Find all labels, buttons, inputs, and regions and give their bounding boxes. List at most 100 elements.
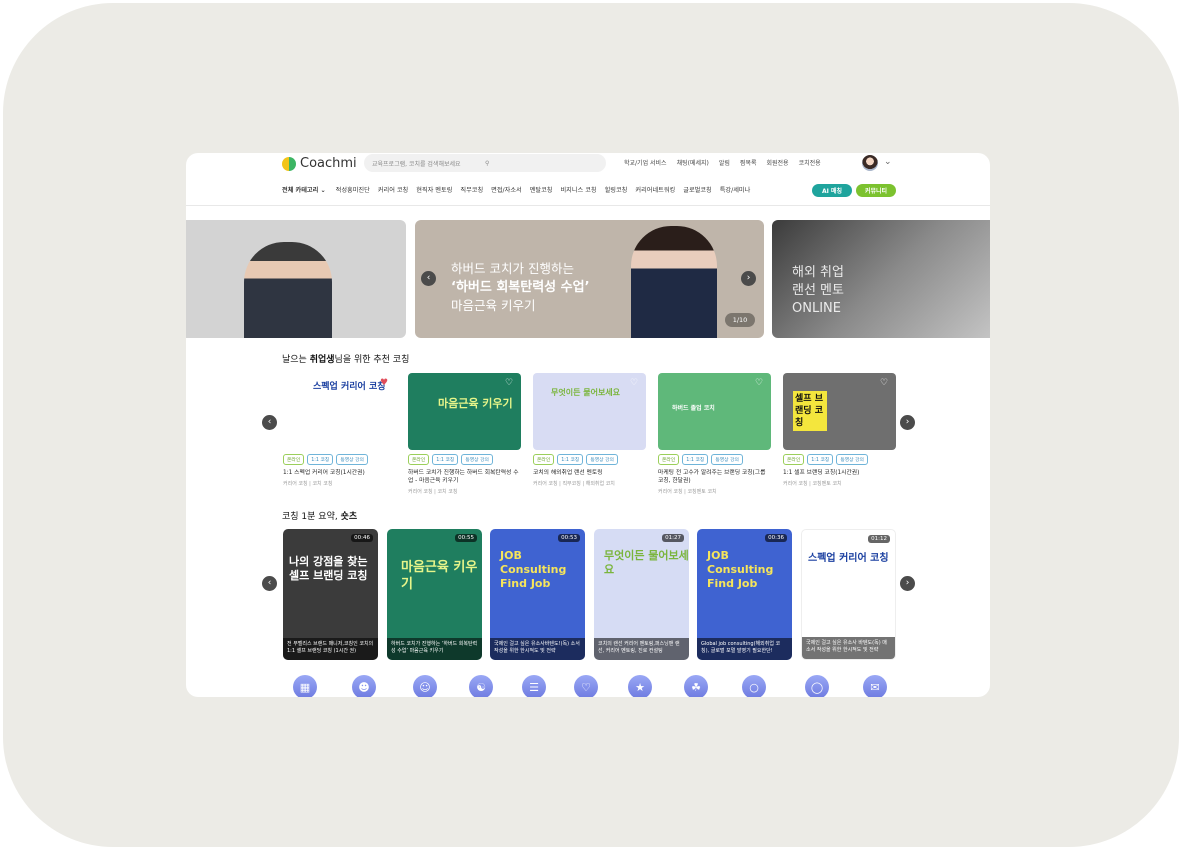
video-duration: 00:55	[455, 534, 477, 542]
card-tags: 온라인 1:1 코칭 동영상 강의	[783, 454, 896, 465]
short-video[interactable]: JOB Consulting Find Job 00:36 Global job…	[697, 529, 792, 660]
card-thumbnail: 셀프 브랜딩 코칭 ♡	[783, 373, 896, 450]
card-thumbnail: 하버드 졸업 코치 ♡	[658, 373, 771, 450]
top-link-chat[interactable]: 채팅(메세지)	[677, 158, 709, 167]
coach-photo	[244, 242, 332, 338]
top-link-coach[interactable]: 코치전용	[799, 158, 821, 167]
nav-item[interactable]: 적성흥미진단	[336, 185, 370, 194]
banner-next-arrow-icon[interactable]: ›	[741, 271, 756, 286]
shorts-prev-arrow-icon[interactable]: ‹	[262, 576, 277, 591]
section-title-recommend: 날으는 취업생님을 위한 추천 코칭	[282, 352, 409, 365]
tag: 1:1 코칭	[307, 454, 334, 465]
video-caption: Global job consulting(해외취업 코칭), 글로벌 포멀 발…	[697, 638, 792, 660]
top-link-alarm[interactable]: 알림	[719, 158, 730, 167]
video-duration: 01:27	[662, 534, 684, 542]
category-mentor-icon[interactable]: ☯	[469, 675, 493, 697]
short-video[interactable]: JOB Consulting Find Job 00:53 국제인 걸고 싶은 …	[490, 529, 585, 660]
search-input[interactable]: 교육프로그램, 코치를 검색해보세요 ⚲	[364, 154, 606, 172]
course-card[interactable]: 스펙업 커리어 코칭 ♥ 온라인 1:1 코칭 동영상 강의 1:1 스펙업 커리어…	[283, 373, 396, 487]
section-title-shorts: 코칭 1분 요약, 숏츠	[282, 509, 357, 522]
video-duration: 00:53	[558, 534, 580, 542]
banner-line-1: 하버드 코치가 진행하는	[451, 261, 574, 276]
video-duration: 00:36	[765, 534, 787, 542]
banner-slide-current[interactable]: 하버드 코치가 진행하는 ‘하버드 회복탄력성 수업’ 마음근육 키우기	[415, 220, 764, 338]
category-chart-icon[interactable]: ▦	[293, 675, 317, 697]
top-link-member[interactable]: 회원전용	[766, 158, 788, 167]
banner-slide-prev[interactable]	[186, 220, 406, 338]
chevron-down-icon[interactable]: ⌄	[884, 157, 892, 167]
banner-copy: 하버드 코치가 진행하는 ‘하버드 회복탄력성 수업’ 마음근육 키우기	[451, 260, 590, 315]
cards-next-arrow-icon[interactable]: ›	[900, 415, 915, 430]
short-video[interactable]: 스펙업 커리어 코칭 01:12 국제인 걸고 싶은 유소사 바텐도(독) 매 …	[801, 529, 896, 660]
heart-icon[interactable]: ♥	[380, 378, 390, 388]
category-healing-icon[interactable]: ☘	[684, 675, 708, 697]
card-title[interactable]: 하버드 코치가 진행하는 하버드 회복탄력성 수업 - 마음근육 키우기	[408, 469, 521, 485]
nav-item[interactable]: 면접/자소서	[491, 185, 522, 194]
heart-icon[interactable]: ♡	[755, 378, 765, 388]
video-duration: 00:46	[351, 534, 373, 542]
tag: 동영상 강의	[336, 454, 368, 465]
logo[interactable]: Coachmi	[282, 156, 357, 171]
category-people-icon[interactable]: ☻	[352, 675, 376, 697]
community-button[interactable]: 커뮤니티	[856, 184, 896, 197]
video-thumb-text: 스펙업 커리어 코칭	[808, 553, 889, 564]
top-link-business[interactable]: 학교/기업 서비스	[624, 158, 667, 167]
tag: 온라인	[783, 454, 805, 465]
nav-item[interactable]: 비지니스 코칭	[560, 185, 596, 194]
card-title[interactable]: 코치의 해외취업 랜선 멘토링	[533, 469, 646, 477]
card-thumbnail: 스펙업 커리어 코칭 ♥	[283, 373, 396, 450]
category-document-icon[interactable]: ☰	[522, 675, 546, 697]
cards-prev-arrow-icon[interactable]: ‹	[262, 415, 277, 430]
nav-item[interactable]: 커리어네트워킹	[635, 185, 675, 194]
course-card[interactable]: 하버드 졸업 코치 ♡ 온라인 1:1 코칭 동영상 강의 마케팅 전 고수가 알려…	[658, 373, 771, 495]
video-caption: 국제인 걸고 싶은 유소사 바텐도(독) 매 소서 작성을 위한 한시적도 및 …	[802, 637, 895, 659]
tag: 동영상 강의	[711, 454, 743, 465]
card-tags: 온라인 1:1 코칭 동영상 강의	[408, 454, 521, 465]
nav-item[interactable]: 특강/세미나	[720, 185, 751, 194]
logo-icon	[282, 156, 296, 171]
category-mail-icon[interactable]: ✉	[863, 675, 887, 697]
section-title-post: 님을 위한 추천 코칭	[334, 355, 410, 365]
banner-slide-next[interactable]: 해외 취업 랜선 멘토 ONLINE	[772, 220, 990, 338]
heart-icon[interactable]: ♡	[505, 378, 515, 388]
course-card[interactable]: 마음근육 키우기 ♡ 온라인 1:1 코칭 동영상 강의 하버드 코치가 진행하는 …	[408, 373, 521, 495]
video-thumb-text: JOB Consulting Find Job	[500, 549, 567, 590]
ai-matching-button[interactable]: AI 매칭	[812, 184, 852, 197]
tag: 1:1 코칭	[557, 454, 584, 465]
card-title[interactable]: 마케팅 전 고수가 알려주는 브랜딩 코칭(그룹 코칭, 한달권)	[658, 469, 771, 485]
card-thumbnail: 마음근육 키우기 ♡	[408, 373, 521, 450]
nav-item[interactable]: 글로벌코칭	[683, 185, 711, 194]
nav-item[interactable]: 힐링코칭	[605, 185, 628, 194]
video-caption: 코치의 랜선 커리어 멘토링,퍼스닝맨 랜선, 커리어 멘토링, 진로 컨설팅	[594, 638, 689, 660]
heart-icon[interactable]: ♡	[880, 378, 890, 388]
card-title[interactable]: 1:1 스펙업 커리어 코칭(1시간권)	[283, 469, 396, 477]
heart-icon[interactable]: ♡	[630, 378, 640, 388]
nav-item[interactable]: 멘탈코칭	[530, 185, 553, 194]
avatar[interactable]	[862, 155, 878, 171]
search-icon[interactable]: ⚲	[485, 160, 598, 167]
section-title-bold: 숏츠	[340, 512, 358, 522]
nav-item[interactable]: 현직자 멘토링	[416, 185, 452, 194]
nav-all-categories[interactable]: 전체 카테고리 ⌄	[282, 185, 326, 194]
coach-photo	[631, 226, 717, 338]
category-network-icon[interactable]: ○	[742, 675, 766, 697]
category-team-icon[interactable]: ☺	[413, 675, 437, 697]
card-title[interactable]: 1:1 셀프 브랜딩 코칭(1시간권)	[783, 469, 896, 477]
short-video[interactable]: 나의 강점을 찾는 셀프 브랜딩 코칭 00:46 전 부벨리스 브랜드 매니저…	[283, 529, 378, 660]
banner-side-line-1: 해외 취업	[792, 265, 844, 280]
top-link-wishlist[interactable]: 찜목록	[740, 158, 757, 167]
short-video[interactable]: 무엇이든 물어보세요 01:27 코치의 랜선 커리어 멘토링,퍼스닝맨 랜선,…	[594, 529, 689, 660]
nav-item[interactable]: 커리어 코칭	[378, 185, 408, 194]
section-title-pre: 날으는	[282, 355, 310, 365]
tag: 동영상 강의	[461, 454, 493, 465]
category-globe-icon[interactable]: ◯	[805, 675, 829, 697]
course-card[interactable]: 무엇이든 물어보세요 ♡ 온라인 1:1 코칭 동영상 강의 코치의 해외취업 랜선…	[533, 373, 646, 487]
short-video[interactable]: 마음근육 키우기 00:55 하버드 코치가 진행하는 ‘하버드 회복탄력성 수…	[387, 529, 482, 660]
category-heart-icon[interactable]: ♡	[574, 675, 598, 697]
shorts-next-arrow-icon[interactable]: ›	[900, 576, 915, 591]
banner-prev-arrow-icon[interactable]: ‹	[421, 271, 436, 286]
course-card[interactable]: 셀프 브랜딩 코칭 ♡ 온라인 1:1 코칭 동영상 강의 1:1 셀프 브랜딩 코…	[783, 373, 896, 487]
nav-item[interactable]: 직무코칭	[460, 185, 483, 194]
video-caption: 전 부벨리스 브랜드 매니저,코칭인 코치의 1:1 셀프 브랜딩 코칭 (1시…	[283, 638, 378, 660]
category-business-icon[interactable]: ★	[628, 675, 652, 697]
